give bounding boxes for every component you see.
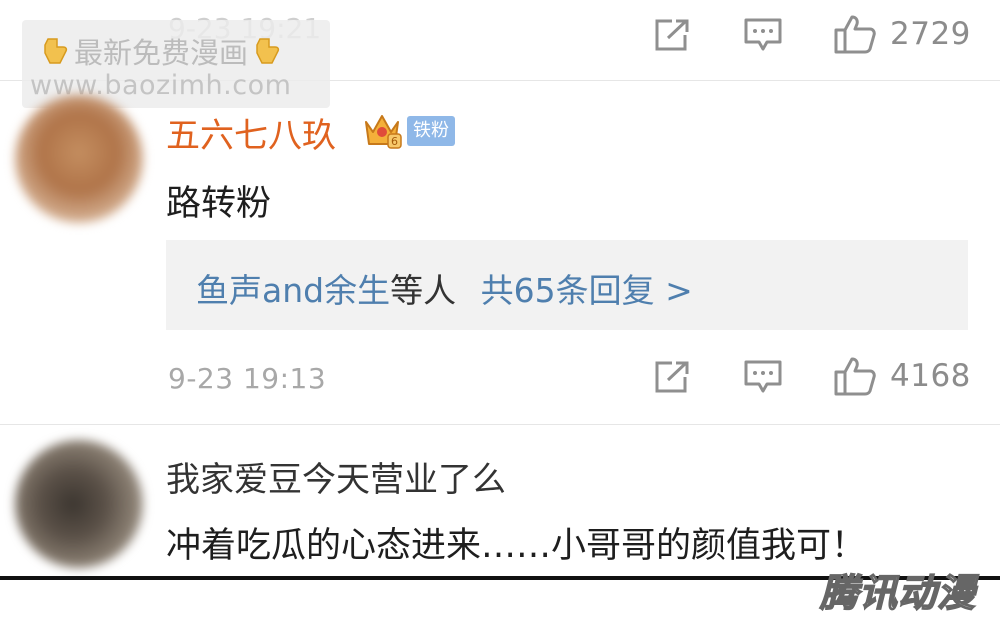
share-icon xyxy=(655,361,689,393)
top-share-button[interactable] xyxy=(654,18,690,52)
comment-icon xyxy=(744,360,782,393)
reply-total-link[interactable]: 共65条回复 > xyxy=(481,271,693,310)
like-count: 4168 xyxy=(890,358,971,394)
pointing-hand-icon xyxy=(44,38,68,64)
crown-icon: 6 xyxy=(365,115,402,149)
comment-username[interactable]: 五六七八玖 xyxy=(166,108,336,157)
comment-icon xyxy=(744,18,782,51)
reply-summary[interactable]: 鱼声and余生等人 共65条回复 > xyxy=(196,264,693,312)
avatar[interactable] xyxy=(15,95,143,223)
fan-badge: 铁粉 xyxy=(407,116,455,146)
comment-button[interactable] xyxy=(744,360,782,394)
top-comment-button[interactable] xyxy=(744,18,782,52)
thumbs-up-icon xyxy=(834,357,876,396)
thumbs-up-icon xyxy=(834,15,876,54)
comment-text: 路转粉 xyxy=(166,184,272,224)
reply-names[interactable]: 鱼声and余生 xyxy=(196,271,390,310)
like-count: 2729 xyxy=(890,16,971,52)
comment-username[interactable]: 我家爱豆今天营业了么 xyxy=(166,452,506,501)
reply-mid: 等人 xyxy=(390,271,457,310)
pointing-hand-icon xyxy=(256,38,280,64)
divider xyxy=(0,424,1000,425)
reply-preview[interactable]: 鱼声and余生等人 共65条回复 > xyxy=(166,240,968,330)
comment-timestamp: 9-23 19:13 xyxy=(168,362,327,395)
watermark-title: 最新免费漫画 xyxy=(36,30,286,72)
tencent-comics-logo: 腾讯动漫 xyxy=(819,570,977,616)
svg-text:6: 6 xyxy=(391,135,398,148)
like-button[interactable]: 4168 xyxy=(834,356,971,396)
share-icon xyxy=(655,19,689,51)
comment-text: 冲着吃瓜的心态进来……小哥哥的颜值我可！ xyxy=(166,526,867,566)
avatar[interactable] xyxy=(15,440,143,568)
top-like-button[interactable]: 2729 xyxy=(834,14,971,54)
share-button[interactable] xyxy=(654,360,690,394)
crown-badge: 6 xyxy=(362,110,402,154)
